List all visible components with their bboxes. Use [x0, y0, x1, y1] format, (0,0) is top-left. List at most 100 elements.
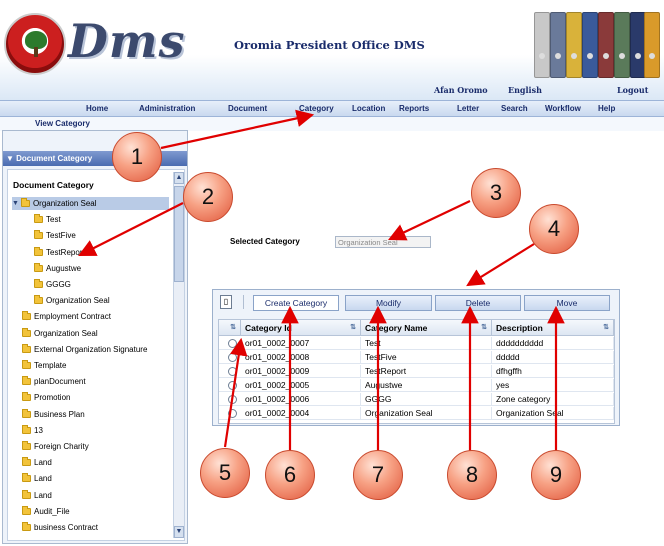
tree-node[interactable]: Land [22, 472, 52, 485]
tree-node[interactable]: External Organization Signature [22, 343, 147, 356]
subnav-view-category[interactable]: View Category [35, 119, 90, 128]
toolbar-separator [243, 295, 244, 309]
tree-node[interactable]: Land [22, 456, 52, 469]
lang-english-link[interactable]: English [508, 85, 542, 95]
lang-afan-oromo-link[interactable]: Afan Oromo [434, 85, 488, 95]
tree-node[interactable]: Business Plan [22, 408, 85, 421]
create-category-button[interactable]: Create Category [253, 295, 339, 311]
dms-logo-text: Dms [68, 14, 186, 68]
tree-title: Document Category [13, 180, 94, 190]
tree-scrollbar[interactable]: ▲ ▼ [173, 172, 184, 538]
folder-icon [22, 489, 31, 499]
app-header: Dms Oromia President Office DMS Afan Oro… [0, 0, 664, 100]
tree-node[interactable]: TestReport [34, 246, 85, 259]
tree-node-label: Organization Seal [46, 296, 110, 306]
folder-icon [22, 473, 31, 483]
tree-node[interactable]: business Contract [22, 521, 98, 534]
table-cell: Organization Seal [361, 407, 492, 420]
folder-icon [22, 327, 31, 337]
tree-node[interactable]: GGGG [34, 278, 71, 291]
scroll-up-icon[interactable]: ▲ [174, 172, 184, 184]
nav-help[interactable]: Help [598, 104, 615, 113]
row-radio[interactable] [228, 353, 237, 362]
row-radio[interactable] [228, 381, 237, 390]
binders-illustration [530, 4, 660, 78]
delete-button[interactable]: Delete [435, 295, 521, 311]
header-label: Description [496, 323, 543, 333]
table-row[interactable]: or01_0002_0007 Test dddddddddd [219, 337, 614, 350]
row-radio[interactable] [228, 339, 237, 348]
tree-node[interactable]: Land [22, 489, 52, 502]
tree-node[interactable]: TestFive [34, 229, 76, 242]
nav-administration[interactable]: Administration [139, 104, 195, 113]
grid-head-category-id[interactable]: Category Id ⇅ [241, 320, 361, 336]
expand-triangle-icon[interactable]: ▼ [12, 200, 19, 207]
nav-category[interactable]: Category [299, 104, 334, 113]
table-row[interactable]: or01_0002_0009 TestReport dfhgffh [219, 365, 614, 378]
table-row[interactable]: or01_0002_0006 GGGG Zone category [219, 393, 614, 406]
category-tree: Document Category ▼ Organization Seal Test… [7, 169, 185, 541]
sort-icon: ⇅ [230, 324, 236, 331]
app-title: Oromia President Office DMS [234, 38, 425, 52]
callout-5: 5 [200, 448, 250, 498]
table-cell: or01_0002_0005 [241, 379, 361, 392]
nav-location[interactable]: Location [352, 104, 385, 113]
grid-head-select[interactable]: ⇅ [219, 320, 241, 336]
tree-node-label: Augustwe [46, 263, 82, 273]
table-row[interactable]: or01_0002_0008 TestFive ddddd [219, 351, 614, 364]
category-panel: ▯ Create Category Modify Delete Move ⇅ C… [212, 289, 620, 426]
move-button[interactable]: Move [524, 295, 610, 311]
table-row[interactable]: or01_0002_0005 Augustwe yes [219, 379, 614, 392]
table-cell: TestFive [361, 351, 492, 364]
grid-head-category-name[interactable]: Category Name ⇅ [361, 320, 492, 336]
nav-workflow[interactable]: Workflow [545, 104, 581, 113]
folder-icon [22, 311, 31, 321]
table-row[interactable]: or01_0002_0004 Organization Seal Organizat… [219, 407, 614, 420]
grid-head-description[interactable]: Description ⇅ [492, 320, 614, 336]
callout-1: 1 [112, 132, 162, 182]
tree-node[interactable]: Template [22, 359, 66, 372]
table-cell: Zone category [492, 393, 614, 406]
tree-node[interactable]: Employment Contract [22, 310, 111, 323]
collapse-triangle-icon: ▼ [6, 154, 17, 163]
tree-node[interactable]: Promotion [22, 391, 70, 404]
tree-node[interactable]: Audit_File [22, 505, 70, 518]
column-chooser-icon[interactable]: ▯ [220, 295, 232, 309]
sort-icon: ⇅ [603, 324, 609, 331]
table-cell: dddddddddd [492, 337, 614, 350]
tree-node-label: External Organization Signature [34, 344, 148, 354]
tree-node[interactable]: ▼ Organization Seal [12, 197, 169, 210]
tree-node[interactable]: Augustwe [34, 262, 81, 275]
callout-7: 7 [353, 450, 403, 500]
table-cell: GGGG [361, 393, 492, 406]
tree-node-label: Land [34, 490, 52, 500]
row-radio[interactable] [228, 395, 237, 404]
tree-node[interactable]: Organization Seal [34, 294, 110, 307]
scroll-down-icon[interactable]: ▼ [174, 526, 184, 538]
folder-icon [34, 214, 43, 224]
nav-search[interactable]: Search [501, 104, 528, 113]
logout-link[interactable]: Logout [617, 85, 648, 95]
sort-icon: ⇅ [481, 324, 487, 331]
folder-icon [34, 230, 43, 240]
tree-node-label: Land [34, 474, 52, 484]
folder-icon [22, 376, 31, 386]
tree-node-label: Business Plan [34, 409, 85, 419]
tree-node[interactable]: Test [34, 213, 61, 226]
category-toolbar: ▯ Create Category Modify Delete Move [213, 290, 619, 314]
sidebar: ▼ Document Category Document Category ▼ O… [2, 130, 188, 544]
tree-node[interactable]: Foreign Charity [22, 440, 89, 453]
sort-icon: ⇅ [350, 324, 356, 331]
tree-node[interactable]: planDocument [22, 375, 86, 388]
callout-2: 2 [183, 172, 233, 222]
folder-icon [20, 198, 30, 207]
nav-letter[interactable]: Letter [457, 104, 479, 113]
nav-reports[interactable]: Reports [399, 104, 429, 113]
nav-document[interactable]: Document [228, 104, 267, 113]
row-radio[interactable] [228, 409, 237, 418]
nav-home[interactable]: Home [86, 104, 108, 113]
tree-node[interactable]: Organization Seal [22, 327, 98, 340]
row-radio[interactable] [228, 367, 237, 376]
modify-button[interactable]: Modify [345, 295, 432, 311]
tree-node[interactable]: 13 [22, 424, 43, 437]
